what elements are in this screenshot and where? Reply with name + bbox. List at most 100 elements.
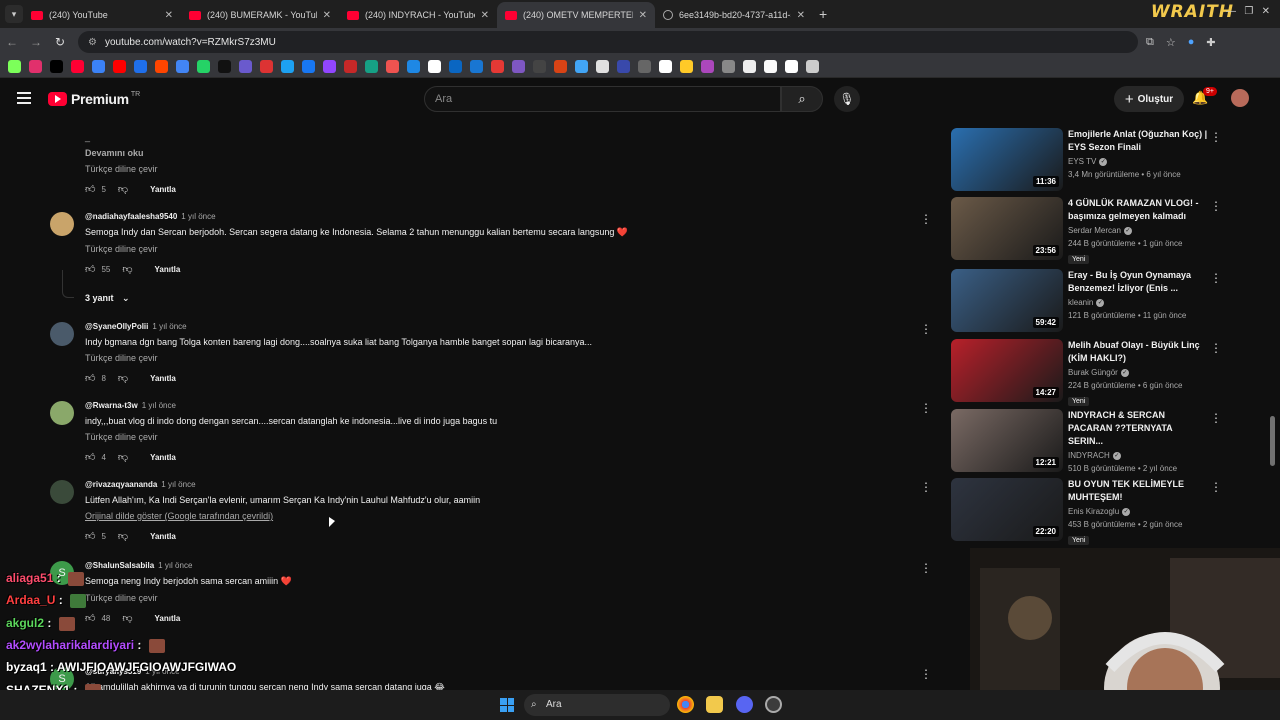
close-tab-icon[interactable]: ✕ xyxy=(639,10,647,21)
translate-link[interactable]: Türkçe diline çevir xyxy=(85,353,915,363)
comment-author[interactable]: @rivazaqyaananda xyxy=(85,480,157,489)
like-icon[interactable]: 👍︎ xyxy=(85,372,95,384)
translate-link[interactable]: Türkçe diline çevir xyxy=(85,432,915,442)
dislike-icon[interactable]: 👎︎ xyxy=(122,612,132,624)
windows-start-icon[interactable] xyxy=(500,698,514,712)
reply-button[interactable]: Yanıtla xyxy=(155,614,181,623)
replies-toggle-button[interactable]: 3 yanıt ⌄ xyxy=(85,293,130,304)
more-actions-icon[interactable]: ⋮ xyxy=(920,480,932,494)
related-video[interactable]: 59:42 Eray - Bu İş Oyun Oynamaya Benzemez… xyxy=(950,269,1230,333)
more-actions-icon[interactable]: ⋮ xyxy=(920,322,932,336)
search-icon[interactable]: ⌕ xyxy=(781,86,823,112)
comment-time[interactable]: 1 yıl önce xyxy=(161,480,195,489)
extension-icon[interactable]: ● xyxy=(1188,36,1195,49)
reply-button[interactable]: Yanıtla xyxy=(150,185,176,194)
related-video[interactable]: 12:21 INDYRACH & SERCAN PACARAN ??TERNYAT… xyxy=(950,409,1230,473)
search-input[interactable]: Ara xyxy=(424,86,781,112)
bookmark-icon[interactable] xyxy=(638,60,651,73)
video-thumbnail[interactable]: 22:20 xyxy=(951,478,1063,541)
bookmark-icon[interactable] xyxy=(386,60,399,73)
dislike-icon[interactable]: 👎︎ xyxy=(118,530,128,542)
more-actions-icon[interactable]: ⋮ xyxy=(1210,271,1222,285)
bookmark-icon[interactable] xyxy=(134,60,147,73)
youtube-logo[interactable]: Premium TR xyxy=(48,91,140,107)
video-title[interactable]: 4 GÜNLÜK RAMAZAN VLOG! - başımıza gelmey… xyxy=(1068,197,1208,223)
more-actions-icon[interactable]: ⋮ xyxy=(1210,411,1222,425)
dislike-icon[interactable]: 👎︎ xyxy=(118,451,128,463)
new-tab-button[interactable]: + xyxy=(819,6,827,22)
bookmark-icon[interactable] xyxy=(302,60,315,73)
microphone-icon[interactable]: 🎙 xyxy=(834,86,860,112)
bookmark-icon[interactable] xyxy=(29,60,42,73)
video-title[interactable]: INDYRACH & SERCAN PACARAN ??TERNYATA SER… xyxy=(1068,409,1208,448)
account-avatar[interactable] xyxy=(1231,89,1249,107)
close-tab-icon[interactable]: ✕ xyxy=(481,10,489,21)
bookmark-icon[interactable] xyxy=(365,60,378,73)
video-title[interactable]: Emojilerle Anlat (Oğuzhan Koç) | EYS Sez… xyxy=(1068,128,1208,154)
more-actions-icon[interactable]: ⋮ xyxy=(920,561,932,575)
video-thumbnail[interactable]: 11:36 xyxy=(951,128,1063,191)
like-icon[interactable]: 👍︎ xyxy=(85,263,95,275)
related-video[interactable]: 22:20 BU OYUN TEK KELİMEYLE MUHTEŞEM! Enis… xyxy=(950,478,1230,545)
menu-icon[interactable] xyxy=(17,92,31,104)
more-actions-icon[interactable]: ⋮ xyxy=(1210,199,1222,213)
puzzle-icon[interactable]: ✚ xyxy=(1206,36,1215,49)
channel-name[interactable]: kleanin xyxy=(1068,298,1093,307)
bookmark-icon[interactable] xyxy=(260,60,273,73)
like-icon[interactable]: 👍︎ xyxy=(85,612,95,624)
file-explorer-icon[interactable] xyxy=(706,696,723,713)
commenter-avatar[interactable] xyxy=(50,212,74,236)
back-icon[interactable]: ← xyxy=(0,35,24,49)
bookmark-icon[interactable] xyxy=(470,60,483,73)
more-actions-icon[interactable]: ⋮ xyxy=(920,667,932,681)
bookmark-icon[interactable] xyxy=(92,60,105,73)
scrollbar-thumb[interactable] xyxy=(1270,416,1275,466)
bookmark-icon[interactable] xyxy=(680,60,693,73)
reply-button[interactable]: Yanıtla xyxy=(150,453,176,462)
bookmark-icon[interactable] xyxy=(428,60,441,73)
bookmark-icon[interactable] xyxy=(764,60,777,73)
more-actions-icon[interactable]: ⋮ xyxy=(1210,480,1222,494)
comment-author[interactable]: @nadiahayfaalesha9540 xyxy=(85,212,177,221)
bookmark-icon[interactable] xyxy=(8,60,21,73)
bookmark-icon[interactable] xyxy=(533,60,546,73)
url-field[interactable]: ⚙ youtube.com/watch?v=RZMkrS7z3MU xyxy=(78,31,1138,53)
bookmark-icon[interactable] xyxy=(806,60,819,73)
bookmark-icon[interactable] xyxy=(722,60,735,73)
video-title[interactable]: BU OYUN TEK KELİMEYLE MUHTEŞEM! xyxy=(1068,478,1208,504)
reply-button[interactable]: Yanıtla xyxy=(150,374,176,383)
commenter-avatar[interactable] xyxy=(50,401,74,425)
browser-tab[interactable]: (240) OMETV MEMPERTEMUKA ✕ xyxy=(497,2,655,28)
bookmark-icon[interactable] xyxy=(281,60,294,73)
more-actions-icon[interactable]: ⋮ xyxy=(1210,130,1222,144)
dislike-icon[interactable]: 👎︎ xyxy=(118,372,128,384)
close-tab-icon[interactable]: ✕ xyxy=(797,10,805,21)
channel-name[interactable]: Serdar Mercan xyxy=(1068,226,1121,235)
taskbar-search[interactable]: ⌕ Ara xyxy=(524,694,670,716)
more-actions-icon[interactable]: ⋮ xyxy=(920,212,932,226)
bookmark-icon[interactable] xyxy=(344,60,357,73)
bookmark-star-icon[interactable]: ☆ xyxy=(1166,36,1176,49)
reload-icon[interactable]: ↻ xyxy=(48,35,72,49)
bookmark-icon[interactable] xyxy=(155,60,168,73)
window-controls[interactable]: — ❐ ✕ xyxy=(1226,6,1270,17)
forward-icon[interactable]: → xyxy=(24,35,48,49)
bookmark-icon[interactable] xyxy=(785,60,798,73)
bookmark-icon[interactable] xyxy=(197,60,210,73)
browser-tab[interactable]: (240) YouTube ✕ xyxy=(23,2,181,28)
bookmark-icon[interactable] xyxy=(113,60,126,73)
like-icon[interactable]: 👍︎ xyxy=(85,451,95,463)
bookmark-icon[interactable] xyxy=(50,60,63,73)
bookmark-icon[interactable] xyxy=(701,60,714,73)
comment-time[interactable]: 1 yıl önce xyxy=(181,212,215,221)
bookmark-icon[interactable] xyxy=(176,60,189,73)
bookmark-icon[interactable] xyxy=(323,60,336,73)
install-icon[interactable]: ⧉ xyxy=(1146,36,1154,49)
channel-name[interactable]: Enis Kirazoglu xyxy=(1068,507,1119,516)
related-video[interactable]: 23:56 4 GÜNLÜK RAMAZAN VLOG! - başımıza g… xyxy=(950,197,1230,264)
bookmark-icon[interactable] xyxy=(554,60,567,73)
close-tab-icon[interactable]: ✕ xyxy=(165,10,173,21)
more-actions-icon[interactable]: ⋮ xyxy=(1210,341,1222,355)
reply-button[interactable]: Yanıtla xyxy=(155,265,181,274)
video-thumbnail[interactable]: 12:21 xyxy=(951,409,1063,472)
